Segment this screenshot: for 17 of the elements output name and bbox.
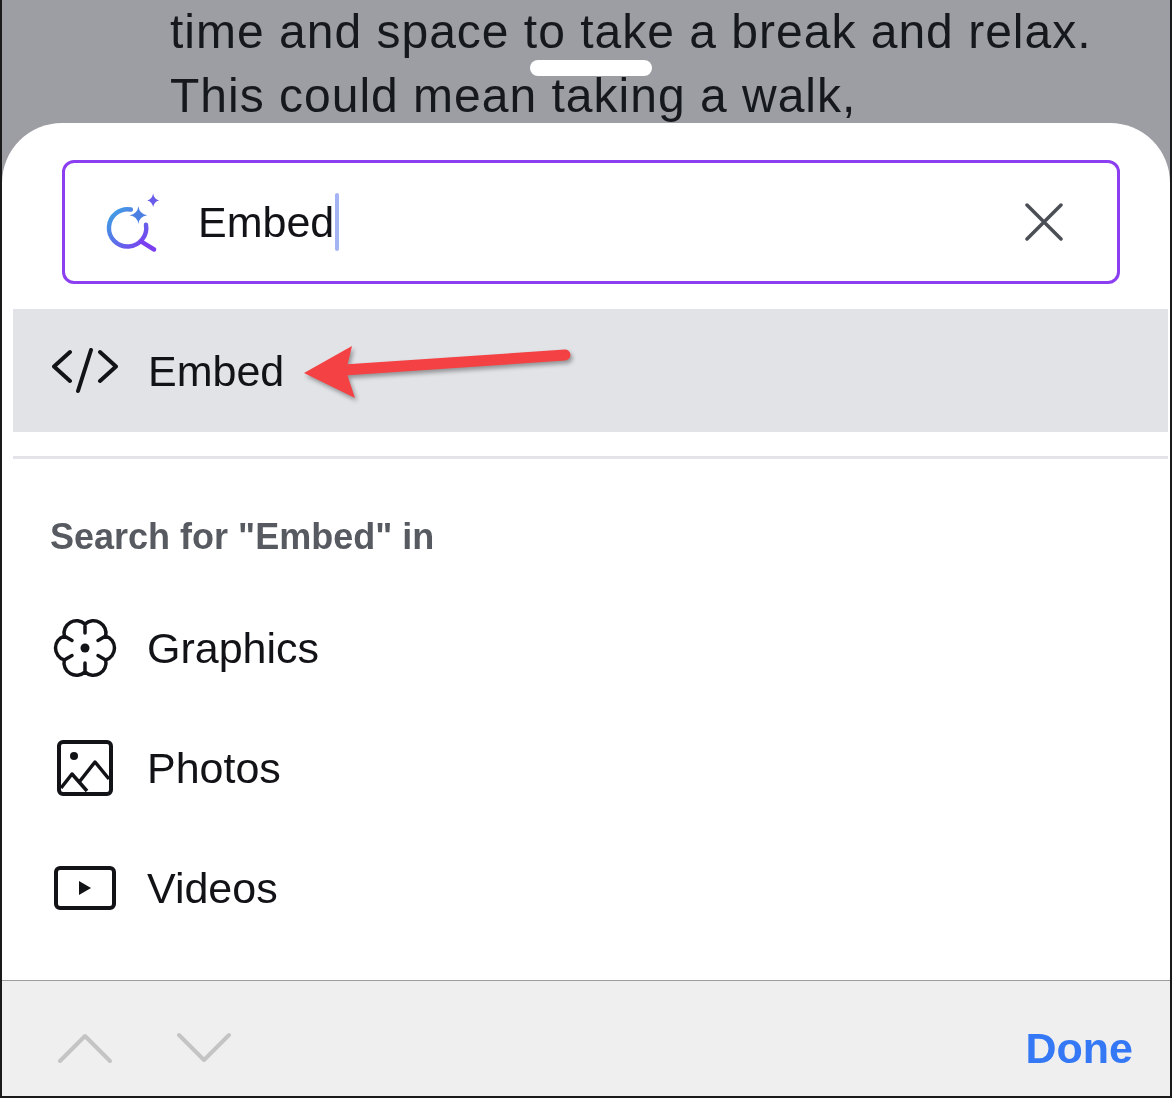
section-heading: Search for "Embed" in — [50, 515, 435, 559]
search-field[interactable]: Embed — [62, 160, 1120, 284]
category-item[interactable]: Videos — [52, 828, 278, 948]
code-icon — [52, 347, 118, 394]
close-icon — [1025, 203, 1063, 241]
done-button[interactable]: Done — [1025, 1022, 1133, 1073]
flower-icon — [52, 617, 118, 679]
chevron-up-icon — [57, 1031, 113, 1064]
clear-button[interactable] — [1025, 203, 1063, 241]
play-video-icon — [52, 866, 118, 910]
category-item[interactable]: Photos — [52, 708, 281, 828]
chevron-down-icon — [176, 1031, 232, 1064]
document-text: time and space to take a break and relax. — [170, 13, 1092, 59]
search-result-item[interactable]: Embed — [13, 309, 1168, 432]
document-text: This could mean taking a walk, — [170, 77, 857, 123]
drag-handle[interactable] — [530, 60, 652, 76]
category-item[interactable]: Graphics — [52, 588, 320, 708]
